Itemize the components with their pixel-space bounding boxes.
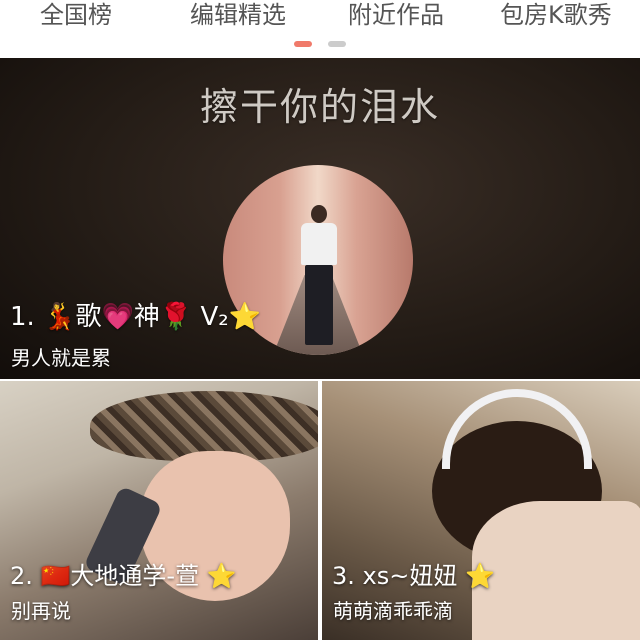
work-card-2[interactable]: 2. 🇨🇳大地通学-萱 ⭐ 别再说 bbox=[0, 381, 318, 640]
featured-song-title: 擦干你的泪水 bbox=[199, 85, 440, 129]
tab-bar: 全国榜 编辑精选 附近作品 包房K歌秀 bbox=[0, 0, 640, 58]
card-rank-username: 3. xs~妞妞 ⭐ bbox=[332, 562, 495, 590]
pager-dot-active bbox=[294, 41, 312, 47]
tab-private-room-karaoke[interactable]: 包房K歌秀 bbox=[500, 0, 612, 32]
avatar-person-body bbox=[301, 223, 337, 265]
avatar-person-head bbox=[311, 205, 327, 223]
tab-editors-picks[interactable]: 编辑精选 bbox=[190, 0, 286, 32]
avatar-person-legs bbox=[305, 265, 333, 345]
pager-dot bbox=[328, 41, 346, 47]
featured-work-card[interactable]: 擦干你的泪水 1. 💃歌💗神🌹 V₂⭐ 男人就是累 bbox=[0, 58, 640, 379]
tab-nearby-works[interactable]: 附近作品 bbox=[348, 0, 444, 32]
featured-song-name: 男人就是累 bbox=[11, 346, 111, 370]
card-song-name: 萌萌滴乖乖滴 bbox=[333, 599, 453, 623]
headphones-icon bbox=[442, 389, 592, 469]
work-card-3[interactable]: 3. xs~妞妞 ⭐ 萌萌滴乖乖滴 bbox=[322, 381, 640, 640]
tab-national-chart[interactable]: 全国榜 bbox=[40, 0, 112, 32]
cover-photo-shoulder bbox=[472, 501, 640, 640]
card-song-name: 别再说 bbox=[11, 599, 71, 623]
card-rank-username: 2. 🇨🇳大地通学-萱 ⭐ bbox=[10, 562, 237, 590]
featured-rank-username: 1. 💃歌💗神🌹 V₂⭐ bbox=[10, 302, 262, 332]
